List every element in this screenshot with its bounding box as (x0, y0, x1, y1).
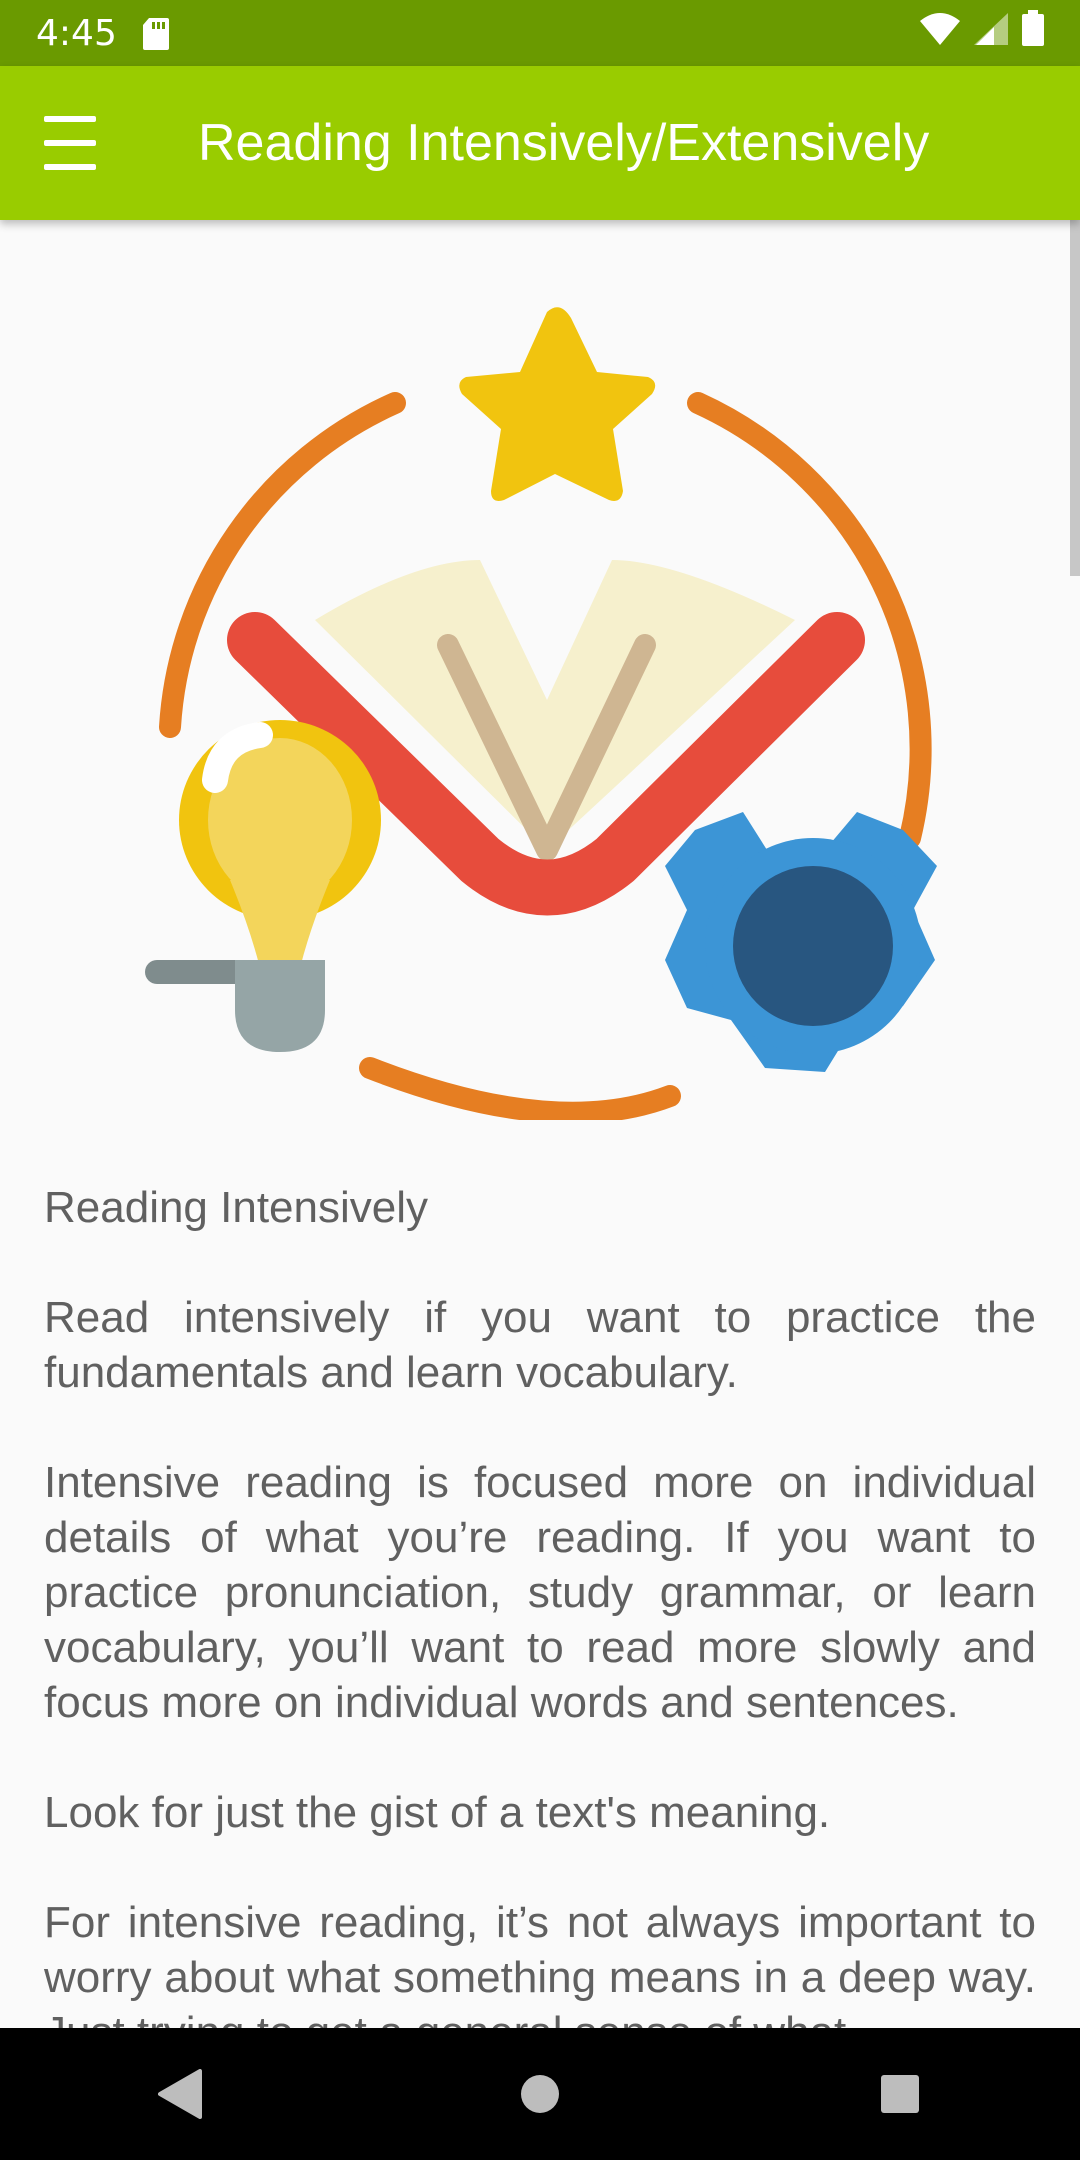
page-title: Reading Intensively/Extensively (198, 114, 930, 172)
light-bulb-icon (145, 720, 381, 1052)
app-bar: Reading Intensively/Extensively (0, 66, 1080, 220)
battery-icon (1022, 10, 1044, 56)
scrollbar-thumb[interactable] (1070, 220, 1080, 576)
article-paragraph: Intensive reading is focused more on ind… (44, 1458, 1036, 1727)
status-time: 4:45 (36, 12, 117, 54)
status-bar: 4:45 (0, 0, 1080, 66)
sd-card-icon (142, 17, 169, 50)
home-icon[interactable] (480, 2044, 600, 2144)
gear-icon (665, 812, 937, 1072)
wifi-icon (920, 12, 960, 55)
status-icons (920, 10, 1044, 56)
article-heading: Reading Intensively (44, 1183, 429, 1232)
article-paragraph: Look for just the gist of a text's meani… (44, 1788, 831, 1837)
article-paragraph: For intensive reading, it’s not always i… (44, 1898, 1036, 2028)
article-paragraph: Read intensively if you want to practice… (44, 1293, 1036, 1397)
content-scroll-area[interactable]: Reading Intensively Read intensively if … (0, 220, 1080, 2028)
signal-icon (974, 12, 1008, 55)
back-icon[interactable] (120, 2044, 240, 2144)
recents-icon[interactable] (840, 2044, 960, 2144)
system-nav-bar (0, 2028, 1080, 2160)
reading-illustration (145, 307, 937, 1120)
star-icon (459, 307, 656, 501)
article-text: Reading Intensively Read intensively if … (44, 1180, 1036, 2028)
hamburger-menu-icon[interactable] (44, 116, 110, 170)
